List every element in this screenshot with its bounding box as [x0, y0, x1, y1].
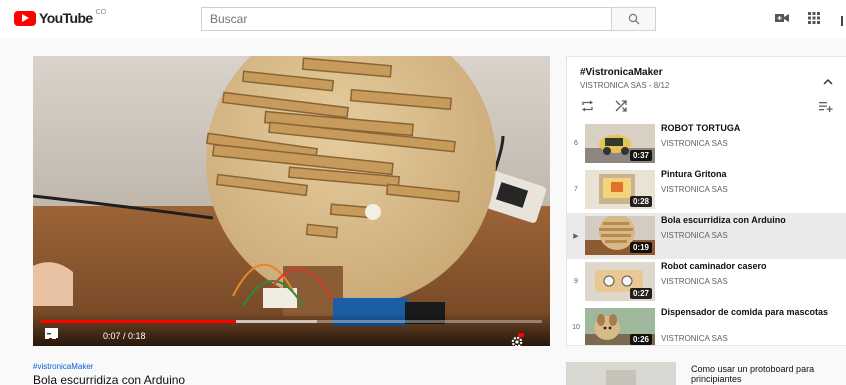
playlist-item-channel: VISTRONICA SAS	[661, 277, 728, 286]
playlist-item-index: 7	[574, 186, 578, 193]
playlist-item-index: 6	[574, 140, 578, 147]
time-current: 0:07	[103, 331, 121, 341]
playlist-item-index: 10	[572, 324, 580, 331]
playlist-thumbnail[interactable]: 0:28	[585, 170, 655, 209]
search-input[interactable]	[201, 7, 611, 31]
playlist-item-channel: VISTRONICA SAS	[661, 185, 728, 194]
player-controls: 0:07 / 0:18	[33, 312, 550, 346]
playlist-item-title: Pintura Gritona	[661, 169, 727, 179]
recommendation-thumbnail[interactable]	[566, 362, 676, 385]
playlist-item-channel: VISTRONICA SAS	[661, 231, 728, 240]
playlist-items: 6 0:37 ROBOT TORTUGA VISTRONICA SAS 7 0:…	[567, 121, 846, 345]
playlist-item-current[interactable]: ▶ 0:19 Bola escurridiza con Arduino VIST…	[567, 213, 846, 259]
playlist-item[interactable]: 7 0:28 Pintura Gritona VISTRONICA SAS	[567, 167, 846, 213]
playlist-thumbnail[interactable]: 0:19	[585, 216, 655, 255]
video-duration: 0:28	[629, 196, 652, 207]
video-duration: 0:37	[629, 150, 652, 161]
loop-icon[interactable]	[581, 99, 594, 117]
save-playlist-icon[interactable]	[819, 99, 833, 117]
progress-bar[interactable]	[41, 320, 542, 323]
recommendation-title[interactable]: Como usar un protoboard para principiant…	[691, 364, 841, 384]
playlist-subtitle: VISTRONICA SAS - 8/12	[580, 81, 670, 90]
playlist-item-channel: VISTRONICA SAS	[661, 139, 728, 148]
playlist-panel: #VistronicaMaker VISTRONICA SAS - 8/12 6…	[566, 56, 846, 346]
create-video-icon[interactable]	[775, 11, 789, 29]
playlist-thumbnail[interactable]: 0:27	[585, 262, 655, 301]
playlist-item-title: Robot caminador casero	[661, 261, 767, 271]
top-bar: YouTube CO	[0, 0, 846, 38]
youtube-watch-page: YouTube CO Buscar 0:07 / 0:18 #vistronic…	[0, 0, 846, 385]
playlist-item-channel: VISTRONICA SAS	[661, 334, 728, 343]
playlist-thumbnail[interactable]: 0:37	[585, 124, 655, 163]
playlist-item[interactable]: 9 0:27 Robot caminador casero VISTRONICA…	[567, 259, 846, 305]
playlist-title[interactable]: #VistronicaMaker	[580, 67, 663, 78]
video-frame	[33, 56, 550, 346]
video-duration: 0:19	[629, 242, 652, 253]
notifications-icon[interactable]	[838, 13, 846, 31]
playlist-item[interactable]: 6 0:37 ROBOT TORTUGA VISTRONICA SAS	[567, 121, 846, 167]
playlist-item-title: Dispensador de comida para mascotas	[661, 307, 829, 317]
playlist-item-title: Bola escurridiza con Arduino	[661, 215, 786, 225]
controls-row: 0:07 / 0:18	[45, 328, 538, 346]
playlist-item-index: 9	[574, 278, 578, 285]
playlist-thumbnail[interactable]: 0:26	[585, 308, 655, 345]
now-playing-icon: ▶	[573, 233, 579, 240]
youtube-play-logo-icon	[14, 10, 36, 26]
video-hashtag[interactable]: #vistronicaMaker	[33, 362, 93, 371]
search-button[interactable]	[611, 7, 656, 31]
hd-badge	[518, 333, 524, 337]
video-duration: 0:26	[629, 334, 652, 345]
video-player[interactable]: 0:07 / 0:18	[33, 56, 550, 346]
youtube-logo[interactable]: YouTube CO	[14, 8, 107, 26]
playlist-item[interactable]: 10 0:26 Dispensador de comida para masco…	[567, 305, 846, 345]
time-display: 0:07 / 0:18	[103, 331, 146, 341]
search-icon	[628, 13, 639, 25]
shuffle-icon[interactable]	[615, 99, 628, 117]
played-bar	[41, 320, 237, 323]
video-duration: 0:27	[629, 288, 652, 299]
playlist-item-title: ROBOT TORTUGA	[661, 123, 741, 133]
video-title: Bola escurridiza con Arduino	[33, 373, 186, 385]
time-separator: /	[120, 331, 129, 341]
apps-grid-icon[interactable]	[808, 11, 820, 29]
country-code: CO	[95, 8, 107, 16]
time-total: 0:18	[128, 331, 146, 341]
logo-text: YouTube	[39, 10, 93, 26]
chevron-up-icon[interactable]	[823, 72, 833, 90]
